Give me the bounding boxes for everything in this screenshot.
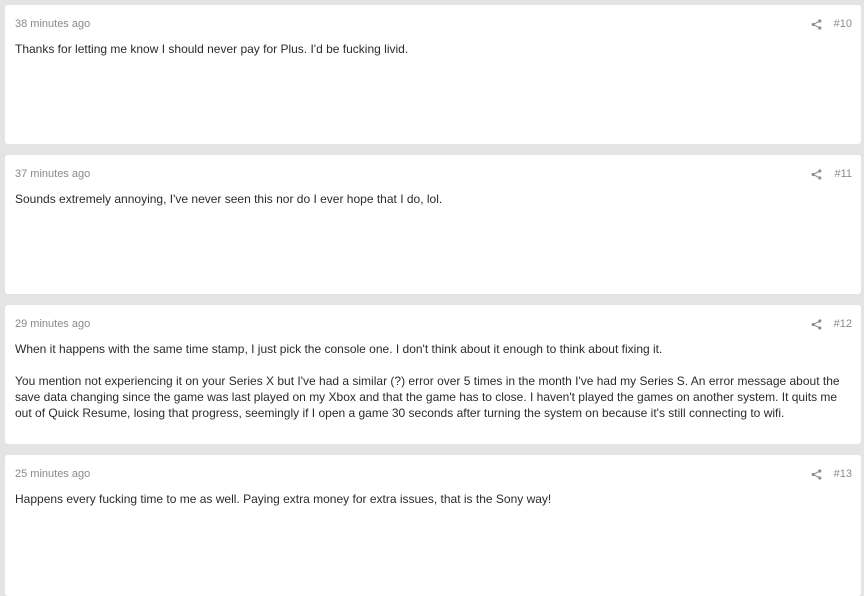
post-paragraph: When it happens with the same time stamp… <box>15 342 663 356</box>
post-timestamp: 29 minutes ago <box>15 318 91 330</box>
post-timestamp: 25 minutes ago <box>15 468 91 480</box>
post-number-link[interactable]: #13 <box>834 467 852 481</box>
comment-post: 38 minutes ago #10 Thanks for letting me… <box>5 5 861 144</box>
share-icon[interactable] <box>811 318 822 330</box>
post-actions: #10 <box>811 17 852 31</box>
post-timestamp: 37 minutes ago <box>15 168 91 180</box>
share-icon[interactable] <box>811 18 822 30</box>
post-paragraph: Thanks for letting me know I should neve… <box>15 42 409 56</box>
post-paragraph: Sounds extremely annoying, I've never se… <box>15 192 443 206</box>
post-body: When it happens with the same time stamp… <box>15 341 849 421</box>
post-paragraph: You mention not experiencing it on your … <box>15 374 840 420</box>
post-body: Happens every fucking time to me as well… <box>15 491 849 507</box>
post-body: Sounds extremely annoying, I've never se… <box>15 191 849 207</box>
post-number-link[interactable]: #10 <box>834 17 852 31</box>
post-actions: #12 <box>811 317 852 331</box>
post-actions: #13 <box>811 467 852 481</box>
post-number-link[interactable]: #11 <box>834 167 852 181</box>
post-timestamp: 38 minutes ago <box>15 18 91 30</box>
comment-post: 25 minutes ago #13 Happens every fucking… <box>5 455 861 596</box>
share-icon[interactable] <box>811 468 822 480</box>
post-number-link[interactable]: #12 <box>834 317 852 331</box>
post-body: Thanks for letting me know I should neve… <box>15 41 849 57</box>
post-paragraph: Happens every fucking time to me as well… <box>15 492 552 506</box>
comment-thread: 38 minutes ago #10 Thanks for letting me… <box>0 0 864 596</box>
comment-post: 37 minutes ago #11 Sounds extremely anno… <box>5 155 861 294</box>
post-actions: #11 <box>811 167 852 181</box>
share-icon[interactable] <box>811 168 822 180</box>
comment-post: 29 minutes ago #12 When it happens with … <box>5 305 861 444</box>
